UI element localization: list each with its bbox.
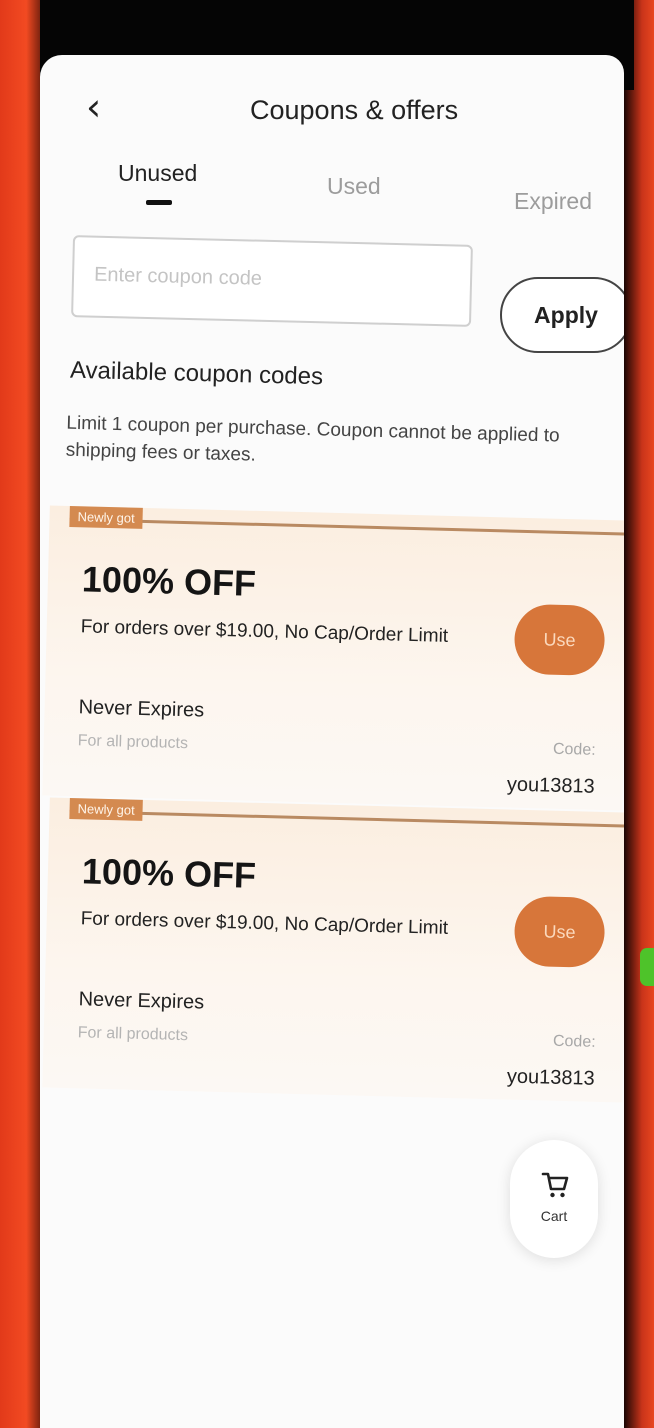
coupon-card: Newly got 100% OFF For orders over $19.0… bbox=[42, 505, 624, 811]
coupon-discount: 100% OFF bbox=[81, 558, 257, 604]
new-badge: Newly got bbox=[69, 797, 143, 821]
coupon-code-label: Code: bbox=[552, 740, 596, 759]
coupon-limit-note: Limit 1 coupon per purchase. Coupon cann… bbox=[65, 412, 560, 466]
device-side-light bbox=[640, 948, 654, 986]
coupon-expiry: Never Expires bbox=[78, 696, 205, 722]
coupon-condition: For orders over $19.00, No Cap/Order Lim… bbox=[80, 616, 449, 647]
coupon-code-input[interactable] bbox=[91, 262, 457, 297]
cart-label: Cart bbox=[540, 1208, 568, 1224]
use-coupon-button[interactable]: Use bbox=[513, 603, 606, 677]
coupon-code-label: Code: bbox=[552, 1032, 596, 1051]
use-coupon-button[interactable]: Use bbox=[513, 895, 606, 969]
cart-button[interactable]: Cart bbox=[510, 1140, 598, 1258]
card-divider bbox=[69, 517, 624, 536]
tab-unused[interactable]: Unused bbox=[118, 160, 197, 187]
coupon-code-value: you13813 bbox=[506, 773, 596, 798]
coupon-card: Newly got 100% OFF For orders over $19.0… bbox=[42, 797, 624, 1103]
chevron-left-icon[interactable]: ‹ bbox=[86, 85, 101, 129]
available-coupons-heading: Available coupon codes bbox=[69, 356, 324, 391]
coupon-code-field[interactable] bbox=[71, 235, 473, 327]
coupon-scope: For all products bbox=[77, 1024, 189, 1045]
coupon-scope: For all products bbox=[77, 732, 189, 753]
coupon-expiry: Never Expires bbox=[78, 988, 205, 1014]
device-frame-right bbox=[624, 0, 654, 1428]
apply-button[interactable]: Apply bbox=[500, 277, 624, 353]
card-divider bbox=[69, 809, 624, 828]
page-title: Coupons & offers bbox=[250, 95, 459, 125]
coupon-discount: 100% OFF bbox=[81, 850, 257, 896]
tab-expired[interactable]: Expired bbox=[514, 188, 592, 215]
coupons-screen: ‹ Coupons & offers Unused Used Expired A… bbox=[40, 55, 624, 1428]
coupon-code-value: you13813 bbox=[506, 1065, 596, 1090]
cart-icon bbox=[541, 1172, 569, 1198]
tab-used[interactable]: Used bbox=[327, 173, 381, 200]
new-badge: Newly got bbox=[69, 505, 143, 529]
active-tab-indicator bbox=[146, 200, 172, 205]
coupon-condition: For orders over $19.00, No Cap/Order Lim… bbox=[80, 908, 449, 939]
